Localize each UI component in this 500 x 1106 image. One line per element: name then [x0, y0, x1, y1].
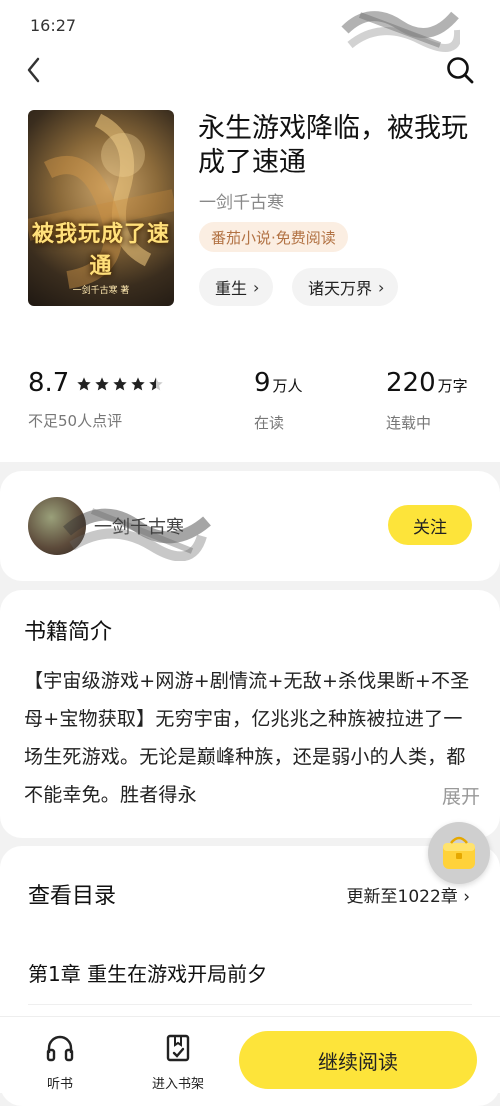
tag-chip-worlds[interactable]: 诸天万界 ›	[292, 268, 399, 306]
words-stat: 220 万字	[386, 368, 468, 398]
search-button[interactable]	[442, 52, 478, 88]
headphones-icon	[46, 1035, 74, 1062]
star-icon	[95, 377, 109, 391]
search-icon	[447, 57, 474, 84]
star-icon	[77, 377, 91, 391]
shelf-label: 进入书架	[151, 1077, 204, 1092]
chevron-right-icon: ›	[463, 887, 470, 907]
chevron-right-icon: ›	[378, 277, 385, 297]
source-tag: 番茄小说·免费阅读	[199, 222, 348, 252]
bookshelf-icon	[166, 1034, 190, 1062]
readers-unit: 万人	[272, 377, 303, 395]
cover-title: 被我玩成了速通	[31, 222, 170, 279]
continue-reading-button[interactable]: 继续阅读	[239, 1031, 477, 1089]
half-star-icon	[149, 377, 163, 391]
chevron-left-icon	[27, 57, 40, 83]
toc-heading[interactable]: 查看目录	[28, 878, 116, 910]
rating-stars	[76, 376, 164, 392]
readers-number: 9	[254, 368, 271, 398]
chevron-right-icon: ›	[253, 277, 260, 297]
book-author[interactable]: 一剑千古寒	[199, 188, 284, 213]
follow-button[interactable]: 关注	[388, 505, 472, 545]
book-title: 永生游戏降临，被我玩成了速通	[198, 113, 468, 178]
toc-update-link[interactable]: 更新至1022章 ›	[347, 882, 470, 907]
cover-author: 一剑千古寒 著	[72, 286, 130, 296]
tag-chip-reborn[interactable]: 重生 ›	[199, 268, 274, 306]
words-unit: 万字	[437, 377, 468, 395]
gift-box-icon	[443, 836, 475, 869]
book-header: 16:27 被我玩成了速通 一剑千古寒 著 永生游戏降临，被我玩成了速通 一剑千…	[0, 0, 500, 462]
back-button[interactable]	[18, 54, 50, 86]
author-name-redaction	[63, 508, 211, 561]
readers-label: 在读	[254, 414, 285, 432]
author-card: 一剑千古寒 关注	[0, 471, 500, 581]
status-time: 16:27	[30, 16, 77, 35]
intro-heading: 书籍简介	[24, 620, 113, 645]
star-icon	[113, 377, 127, 391]
divider	[28, 1004, 472, 1005]
tag-label: 重生	[215, 279, 248, 298]
tag-label: 诸天万界	[308, 279, 373, 298]
chapter-item[interactable]: 第1章 重生在游戏开局前夕	[28, 958, 267, 987]
book-cover[interactable]: 被我玩成了速通 一剑千古寒 著	[28, 110, 174, 306]
shelf-button[interactable]: 进入书架	[138, 1017, 218, 1093]
listen-button[interactable]: 听书	[20, 1017, 100, 1093]
expand-button[interactable]: 展开	[370, 776, 480, 814]
rating-value: 8.7	[28, 368, 70, 398]
status-icons-redacted	[341, 11, 460, 52]
readers-stat: 9 万人	[254, 368, 303, 398]
rating-note: 不足50人点评	[28, 412, 123, 430]
star-icon	[131, 377, 145, 391]
intro-card: 书籍简介 【宇宙级游戏+网游+剧情流+无敌+杀伐果断+不圣母+宝物获取】无穷宇宙…	[0, 590, 500, 838]
floating-widget[interactable]	[428, 822, 490, 884]
words-label: 连载中	[386, 414, 432, 432]
toc-update-text: 更新至1022章	[346, 887, 458, 907]
words-number: 220	[386, 368, 436, 398]
listen-label: 听书	[46, 1077, 73, 1092]
